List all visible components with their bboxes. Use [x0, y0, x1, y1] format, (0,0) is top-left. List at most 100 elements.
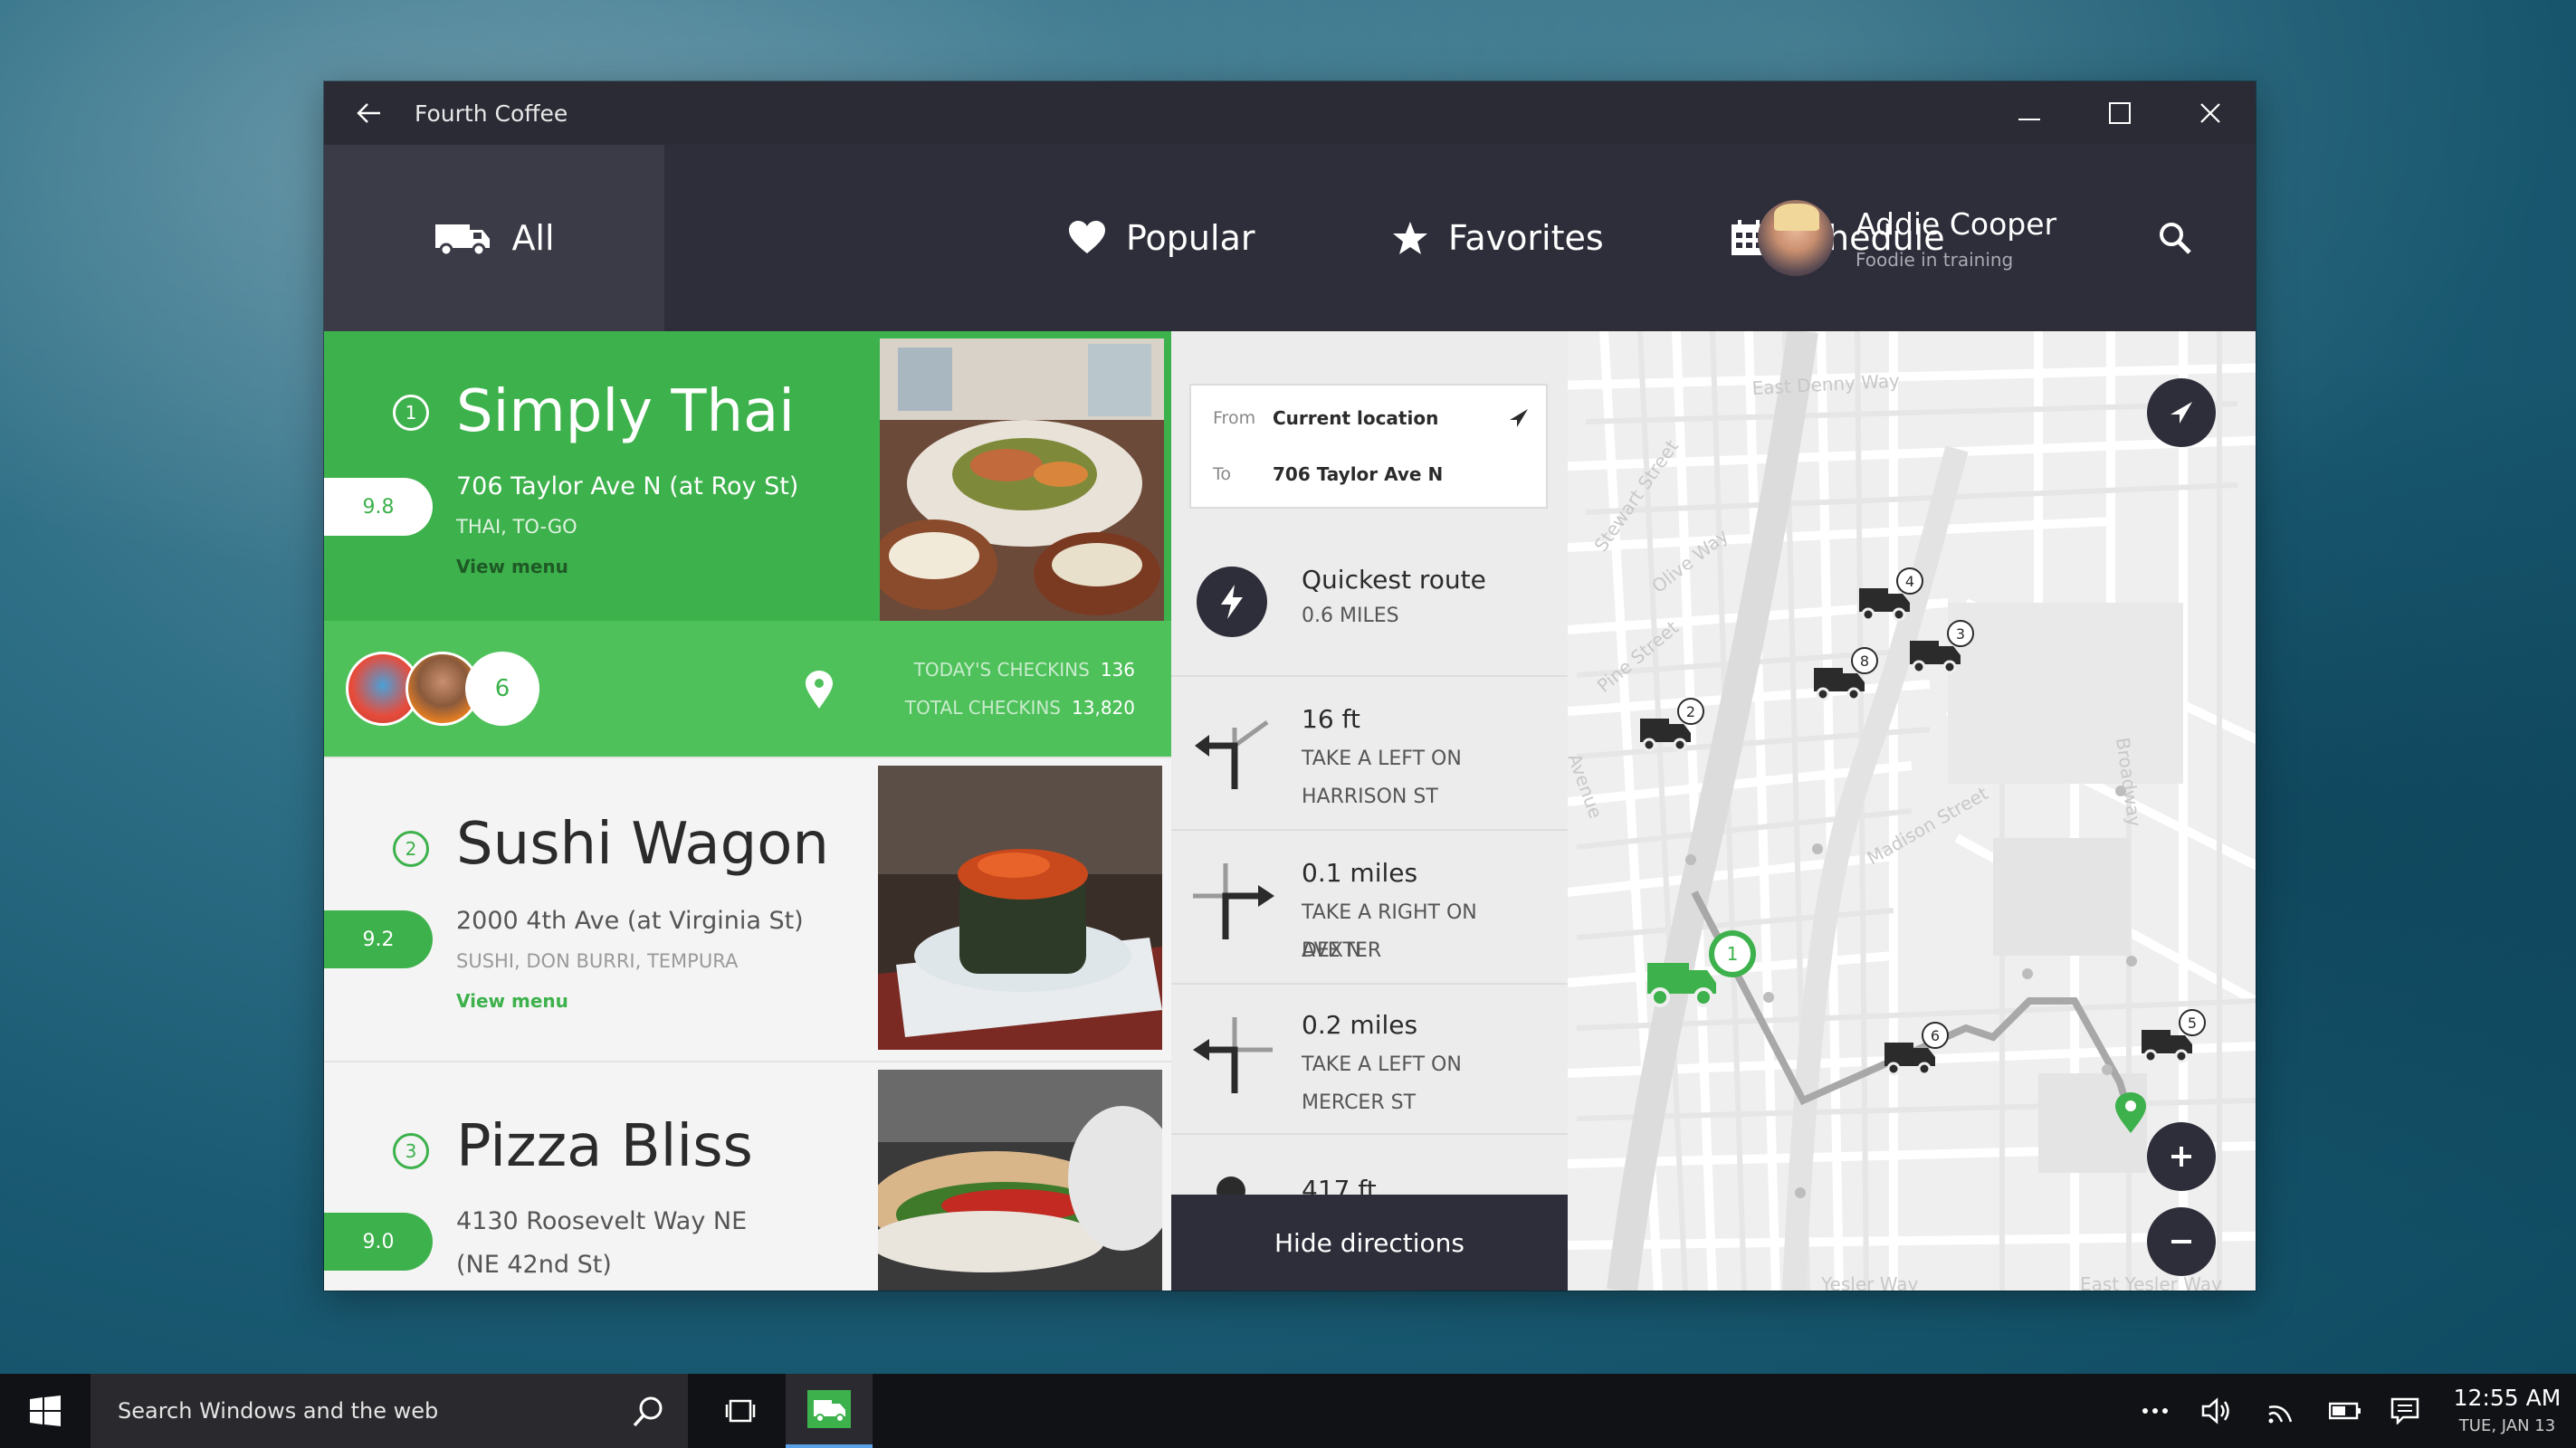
- volume-icon: [2201, 1397, 2229, 1424]
- window-controls: [1984, 81, 2256, 145]
- network-button[interactable]: [2259, 1374, 2304, 1448]
- rating-badge: 9.0: [324, 1213, 433, 1271]
- restaurant-address-line2: (NE 42nd St): [456, 1251, 612, 1279]
- more-icon: [2142, 1408, 2168, 1414]
- checkins-bar: 6 TODAY'S CHECKINS 136 TOTAL CHECKINS 13,8…: [324, 621, 1171, 757]
- star-icon: [1393, 222, 1427, 254]
- from-label: From: [1213, 408, 1256, 428]
- app-window: Fourth Coffee All Popular Favorites Sche…: [324, 81, 2256, 1291]
- window-title: Fourth Coffee: [415, 100, 568, 127]
- street-label: Yesler Way: [1820, 1273, 1918, 1291]
- tab-label: All: [511, 218, 555, 258]
- direction-step[interactable]: 0.2 miles TAKE A LEFT ON MERCER ST: [1171, 983, 1568, 1133]
- title-bar: Fourth Coffee: [324, 81, 2256, 145]
- plus-icon: [2171, 1147, 2191, 1167]
- to-label: To: [1213, 464, 1232, 484]
- food-photo-sushi: [878, 766, 1162, 1050]
- minus-icon: [2171, 1240, 2191, 1243]
- action-center-button[interactable]: [2382, 1374, 2428, 1448]
- wifi-icon: [2268, 1405, 2293, 1424]
- taskbar-app-fourth-coffee[interactable]: [786, 1374, 873, 1448]
- svg-text:4: 4: [1905, 573, 1914, 590]
- svg-text:6: 6: [1931, 1027, 1940, 1044]
- direction-step[interactable]: 16 ft TAKE A LEFT ON HARRISON ST: [1171, 675, 1568, 829]
- restaurant-card-pizza-bliss[interactable]: 3 Pizza Bliss 9.0 4130 Roosevelt Way NE …: [324, 1061, 1171, 1291]
- directions-panel: From Current location To 706 Taylor Ave …: [1171, 331, 1568, 1291]
- task-view-icon: [725, 1399, 756, 1423]
- view-menu-link[interactable]: View menu: [456, 990, 568, 1012]
- profile-name: Addie Cooper: [1856, 205, 2057, 242]
- clock-time: 12:55 AM: [2453, 1385, 2562, 1411]
- food-truck-app-icon: [807, 1390, 851, 1428]
- back-button[interactable]: [324, 81, 415, 145]
- svg-text:1: 1: [1727, 943, 1739, 965]
- step-line1: TAKE A LEFT ON: [1302, 748, 1462, 770]
- user-profile[interactable]: Addie Cooper Foodie in training: [1758, 145, 2056, 331]
- food-photo-sandwich: [878, 1070, 1162, 1291]
- maximize-button[interactable]: [2075, 81, 2165, 145]
- volume-button[interactable]: [2194, 1374, 2239, 1448]
- search-icon: [2160, 223, 2191, 254]
- search-button[interactable]: [2158, 145, 2192, 331]
- from-field[interactable]: From Current location: [1213, 407, 1530, 429]
- close-button[interactable]: [2165, 81, 2256, 145]
- taskbar-clock[interactable]: 12:55 AM TUE, JAN 13: [2444, 1385, 2571, 1435]
- step-distance: 16 ft: [1302, 704, 1360, 734]
- step-distance: 0.2 miles: [1302, 1010, 1418, 1040]
- restaurant-card-sushi-wagon[interactable]: 2 Sushi Wagon 9.2 2000 4th Ave (at Virgi…: [324, 757, 1171, 1061]
- start-button[interactable]: [0, 1374, 91, 1448]
- windows-logo-icon: [30, 1396, 61, 1426]
- rank-badge: 2: [393, 831, 429, 867]
- restaurant-name: Simply Thai: [456, 378, 796, 445]
- zoom-out-button[interactable]: [2147, 1207, 2216, 1276]
- restaurant-address-line1: 4130 Roosevelt Way NE: [456, 1207, 748, 1235]
- close-icon: [2200, 103, 2220, 123]
- to-field[interactable]: To 706 Taylor Ave N: [1213, 463, 1530, 485]
- navigate-arrow-icon: [2171, 402, 2192, 424]
- tab-all[interactable]: All: [324, 145, 664, 331]
- taskbar: Search Windows and the web 12:55 AM TUE,…: [0, 1374, 2576, 1448]
- tab-favorites[interactable]: Favorites: [1392, 145, 1604, 331]
- restaurant-name: Pizza Bliss: [456, 1113, 753, 1180]
- battery-icon: [2329, 1402, 2361, 1420]
- truck-icon: [435, 224, 491, 257]
- lightning-icon: [1197, 567, 1267, 637]
- battery-button[interactable]: [2323, 1374, 2368, 1448]
- turn-left-icon: [1195, 719, 1269, 789]
- minimize-button[interactable]: [1984, 81, 2075, 145]
- direction-step[interactable]: 0.1 miles TAKE A RIGHT ON DEXTER AVE N: [1171, 829, 1568, 983]
- rank-badge: 1: [393, 395, 429, 431]
- locate-me-button[interactable]: [2147, 378, 2216, 447]
- profile-subtitle: Foodie in training: [1856, 248, 2014, 271]
- restaurant-tags: SUSHI, DON BURRI, TEMPURA: [456, 950, 739, 972]
- checkin-count-badge[interactable]: 6: [465, 652, 539, 726]
- step-line2: HARRISON ST: [1302, 786, 1438, 808]
- notification-icon: [2390, 1397, 2419, 1424]
- step-line2: AVE N: [1302, 939, 1362, 962]
- map-view[interactable]: East Denny Way Stewart Street Olive Way …: [1568, 331, 2256, 1291]
- zoom-in-button[interactable]: [2147, 1122, 2216, 1191]
- nav-bar: All Popular Favorites Schedule Addie Coo…: [324, 145, 2256, 331]
- location-pin-icon: [806, 671, 833, 709]
- navigate-arrow-icon: [1510, 409, 1528, 427]
- route-input-box: From Current location To 706 Taylor Ave …: [1189, 384, 1548, 509]
- taskbar-search[interactable]: Search Windows and the web: [91, 1374, 688, 1448]
- rank-badge: 3: [393, 1133, 429, 1169]
- task-view-button[interactable]: [706, 1374, 775, 1448]
- svg-text:8: 8: [1860, 653, 1869, 670]
- search-placeholder: Search Windows and the web: [118, 1398, 439, 1424]
- hide-directions-button[interactable]: Hide directions: [1171, 1195, 1568, 1291]
- show-hidden-icons[interactable]: [2132, 1374, 2178, 1448]
- total-checkins: TOTAL CHECKINS 13,820: [904, 697, 1135, 719]
- route-title: Quickest route: [1302, 565, 1486, 595]
- street-label: East Yesler Way: [2080, 1273, 2222, 1291]
- route-summary[interactable]: Quickest route 0.6 MILES: [1171, 539, 1568, 675]
- restaurant-address: 706 Taylor Ave N (at Roy St): [456, 472, 799, 500]
- tab-popular[interactable]: Popular: [1068, 145, 1255, 331]
- clock-date: TUE, JAN 13: [2458, 1416, 2556, 1435]
- view-menu-link[interactable]: View menu: [456, 556, 568, 577]
- rating-badge: 9.2: [324, 910, 433, 968]
- restaurant-card-simply-thai[interactable]: 1 Simply Thai 9.8 706 Taylor Ave N (at R…: [324, 331, 1171, 757]
- route-distance: 0.6 MILES: [1302, 605, 1399, 627]
- rating-badge: 9.8: [324, 478, 433, 536]
